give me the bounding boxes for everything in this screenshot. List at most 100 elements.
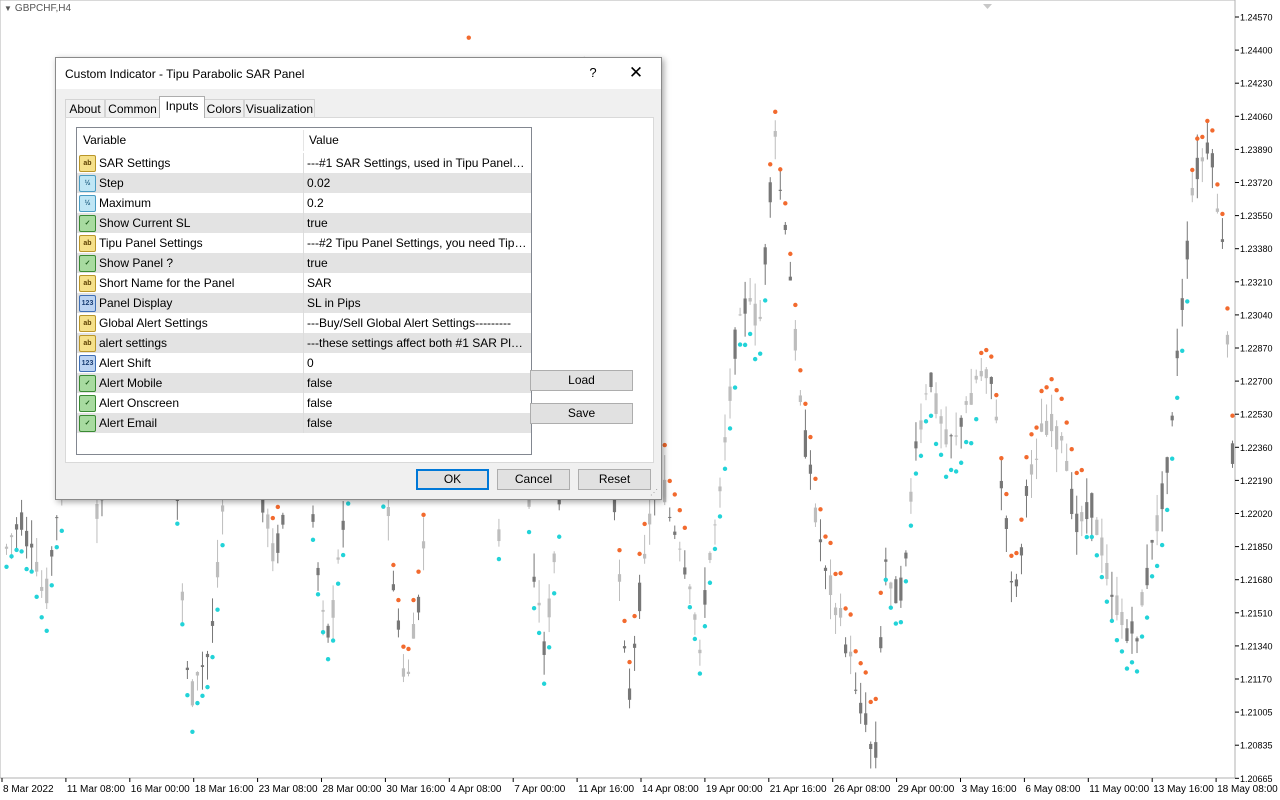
grid-row[interactable]: ✓ Show Current SL true [77, 213, 531, 233]
price-label: 1.23210 [1240, 277, 1273, 287]
sar-dot-up [59, 528, 64, 534]
candle-body [693, 614, 697, 620]
candle-body [934, 393, 938, 414]
dropdown-triangle-icon[interactable]: ▼ [4, 4, 12, 13]
grid-row[interactable]: ✓ Alert Onscreen false [77, 393, 531, 413]
help-button[interactable]: ? [582, 62, 604, 84]
dialog-title: Custom Indicator - Tipu Parabolic SAR Pa… [65, 67, 305, 81]
sar-dot-down [853, 649, 858, 654]
grid-row[interactable]: 123 Panel Display SL in Pips [77, 293, 531, 313]
grid-row[interactable]: ab SAR Settings ---#1 SAR Settings, used i… [77, 153, 531, 173]
chart-symbol-label[interactable]: ▼ GBPCHF,H4 [4, 3, 71, 14]
column-header-value[interactable]: Value [303, 128, 339, 153]
cancel-button[interactable]: Cancel [497, 469, 570, 490]
sar-dot-up [330, 638, 336, 643]
variable-value[interactable]: ---these settings affect both #1 SAR Plo… [307, 333, 527, 353]
grid-row[interactable]: ab alert settings ---these settings affect… [77, 333, 531, 353]
candle-body [1085, 502, 1089, 520]
variable-value[interactable]: ---Buy/Sell Global Alert Settings-------… [307, 313, 527, 333]
sar-dot-up [918, 453, 924, 459]
sar-dot-down [868, 699, 873, 705]
sar-dot-down [1004, 491, 1009, 497]
sar-dot-up [14, 547, 19, 553]
variable-name: Global Alert Settings [99, 316, 208, 330]
sar-dot-down [672, 492, 677, 497]
sar-dot-up [381, 504, 386, 509]
tab-colors[interactable]: Colors [204, 99, 244, 118]
sar-dot-down [1029, 432, 1034, 437]
variable-value[interactable]: SL in Pips [307, 293, 527, 313]
sar-dot-down [858, 661, 863, 666]
candle-body [1050, 413, 1054, 432]
cell-divider [303, 353, 304, 373]
candle-body [1039, 423, 1044, 432]
sar-dot-down [682, 525, 688, 531]
sar-dot-up [39, 615, 44, 620]
load-button[interactable]: Load [530, 370, 633, 391]
variable-name: alert settings [99, 336, 168, 350]
grid-row[interactable]: ½ Maximum 0.2 [77, 193, 531, 213]
grid-row[interactable]: ✓ Alert Mobile false [77, 373, 531, 393]
resize-grip-icon[interactable]: ⋰ [650, 488, 659, 497]
variable-value[interactable]: true [307, 213, 527, 233]
sar-dot-up [9, 554, 14, 559]
candle-body [733, 329, 737, 359]
sar-dot-up [974, 417, 979, 422]
tab-common[interactable]: Common [105, 99, 160, 118]
date-label: 18 Mar 16:00 [195, 784, 254, 795]
candle-body [974, 375, 978, 380]
ok-button[interactable]: OK [416, 469, 489, 490]
grid-row[interactable]: ½ Step 0.02 [77, 173, 531, 193]
variable-value[interactable]: SAR [307, 273, 527, 293]
variable-value[interactable]: 0.2 [307, 193, 527, 213]
column-header-variable[interactable]: Variable [77, 128, 126, 153]
candle-body [673, 531, 677, 535]
reset-button[interactable]: Reset [578, 469, 651, 490]
sar-dot-up [345, 501, 351, 506]
close-button[interactable]: ✕ [621, 62, 651, 84]
sar-dot-up [717, 514, 723, 519]
candle-body [1034, 458, 1039, 460]
price-label: 1.21340 [1240, 641, 1273, 651]
variable-value[interactable]: 0.02 [307, 173, 527, 193]
sar-dot-down [642, 521, 647, 527]
sar-dot-up [763, 298, 768, 303]
candle-body [401, 668, 406, 677]
sar-dot-up [742, 342, 748, 348]
tab-inputs[interactable]: Inputs [159, 96, 205, 118]
variable-value[interactable]: false [307, 393, 527, 413]
sar-dot-down [270, 515, 276, 521]
candle-body [1125, 628, 1129, 641]
candle-body [788, 276, 792, 281]
grid-row[interactable]: 123 Alert Shift 0 [77, 353, 531, 373]
candle-body [1044, 420, 1049, 435]
variable-value[interactable]: ---#2 Tipu Panel Settings, you need Tipu… [307, 233, 527, 253]
grid-row[interactable]: ab Short Name for the Panel SAR [77, 273, 531, 293]
sar-dot-down [1014, 550, 1019, 556]
sar-dot-down [406, 646, 411, 652]
variable-value[interactable]: false [307, 373, 527, 393]
sar-dot-down [773, 109, 778, 115]
save-button[interactable]: Save [530, 403, 633, 424]
date-label: 21 Apr 16:00 [770, 784, 827, 795]
sar-dot-down [878, 590, 883, 595]
grid-row[interactable]: ✓ Alert Email false [77, 413, 531, 433]
variable-value[interactable]: 0 [307, 353, 527, 373]
candle-body [909, 491, 913, 502]
tab-visualization[interactable]: Visualization [244, 99, 315, 118]
variable-value[interactable]: true [307, 253, 527, 273]
tab-about[interactable]: About [65, 99, 105, 118]
candle-body [969, 393, 973, 405]
grid-row[interactable]: ab Global Alert Settings ---Buy/Sell Globa… [77, 313, 531, 333]
sar-dot-up [215, 607, 220, 612]
sar-dot-up [757, 351, 763, 356]
sar-dot-up [1180, 348, 1185, 353]
grid-row[interactable]: ✓ Show Panel ? true [77, 253, 531, 273]
sar-dot-up [19, 549, 24, 554]
variable-value[interactable]: false [307, 413, 527, 433]
candle-body [773, 131, 777, 137]
candle-body [1160, 483, 1164, 510]
variable-value[interactable]: ---#1 SAR Settings, used in Tipu Panel a… [307, 153, 527, 173]
dialog-titlebar[interactable]: Custom Indicator - Tipu Parabolic SAR Pa… [56, 58, 661, 89]
grid-row[interactable]: ab Tipu Panel Settings ---#2 Tipu Panel Se… [77, 233, 531, 253]
